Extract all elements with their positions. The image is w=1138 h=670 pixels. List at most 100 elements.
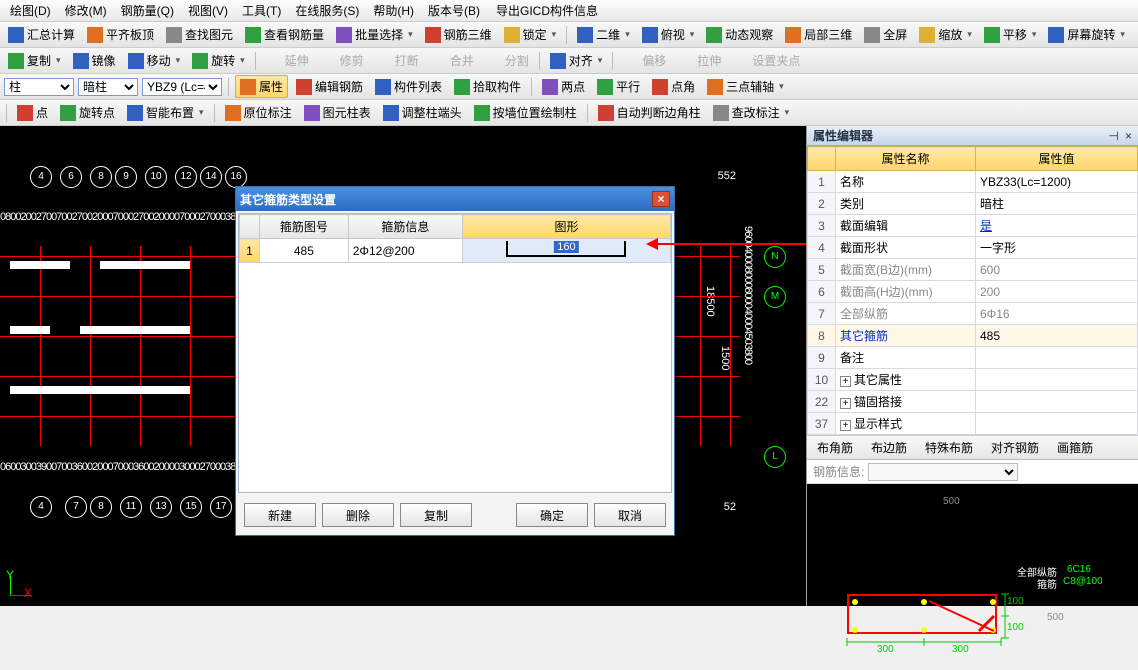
prop-value-cell[interactable]: 暗柱 <box>976 193 1138 215</box>
prop-row-num[interactable]: 1 <box>808 171 836 193</box>
property-editor-header[interactable]: 属性编辑器 ⊣ × <box>807 126 1138 146</box>
btn-copy[interactable]: 复制 <box>4 50 65 71</box>
btn-orbit[interactable]: 动态观察 <box>702 24 777 45</box>
btn-col-table[interactable]: 图元柱表 <box>300 102 375 123</box>
btn-view-rebar[interactable]: 查看钢筋量 <box>241 24 328 45</box>
prop-value-cell[interactable]: 200 <box>976 281 1138 303</box>
btn-offset[interactable]: 偏移 <box>619 50 670 71</box>
drawing-canvas[interactable]: 4 6 8 9 10 12 14 16 08002002700700270020… <box>0 126 806 606</box>
btn-edit-rebar[interactable]: 编辑钢筋 <box>292 76 367 97</box>
btn-find[interactable]: 查找图元 <box>162 24 237 45</box>
btn-smart-place[interactable]: 智能布置 <box>123 102 208 123</box>
btn-inplace-label[interactable]: 原位标注 <box>221 102 296 123</box>
prop-row-num[interactable]: 8 <box>808 325 836 347</box>
btn-align-slab[interactable]: 平齐板顶 <box>83 24 158 45</box>
cell-code[interactable]: 485 <box>260 239 349 263</box>
btn-zoom[interactable]: 缩放 <box>915 24 976 45</box>
prop-value-cell[interactable] <box>976 347 1138 369</box>
btn-lock[interactable]: 锁定 <box>500 24 561 45</box>
prop-row-num[interactable]: 4 <box>808 237 836 259</box>
col-prop-name[interactable]: 属性名称 <box>836 147 976 171</box>
col-info[interactable]: 箍筋信息 <box>348 215 462 239</box>
btn-parallel[interactable]: 平行 <box>593 76 644 97</box>
sel-type[interactable]: 暗柱 <box>78 78 138 96</box>
prop-row-num[interactable]: 3 <box>808 215 836 237</box>
close-button[interactable]: × <box>652 191 670 207</box>
prop-name-cell[interactable]: +锚固搭接 <box>836 391 976 413</box>
btn-local-3d[interactable]: 局部三维 <box>781 24 856 45</box>
prop-value-cell[interactable] <box>976 413 1138 435</box>
prop-name-cell[interactable]: +其它属性 <box>836 369 976 391</box>
tab-align-rebar[interactable]: 对齐钢筋 <box>987 436 1043 459</box>
btn-trim[interactable]: 修剪 <box>317 50 368 71</box>
btn-top-view[interactable]: 俯视 <box>638 24 699 45</box>
menu-export[interactable]: 导出GICD构件信息 <box>490 0 604 21</box>
prop-name-cell[interactable]: 截面编辑 <box>836 215 976 237</box>
btn-properties[interactable]: 属性 <box>235 75 288 98</box>
btn-point-angle[interactable]: 点角 <box>648 76 699 97</box>
dialog-titlebar[interactable]: 其它箍筋类型设置 × <box>236 187 674 211</box>
prop-value-cell[interactable] <box>976 391 1138 413</box>
btn-pick-comp[interactable]: 拾取构件 <box>450 76 525 97</box>
prop-value-cell[interactable] <box>976 369 1138 391</box>
sel-instance[interactable]: YBZ9 (Lc=4 <box>142 78 222 96</box>
tab-corner[interactable]: 布角筋 <box>813 436 857 459</box>
menu-version[interactable]: 版本号(B) <box>422 0 486 21</box>
cell-info[interactable]: 2Φ12@200 <box>348 239 462 263</box>
prop-row-num[interactable]: 10 <box>808 369 836 391</box>
cell-shape[interactable]: 160 <box>462 239 670 263</box>
btn-point[interactable]: 点 <box>13 102 52 123</box>
prop-name-cell[interactable]: 类别 <box>836 193 976 215</box>
prop-value-cell[interactable]: 485 <box>976 325 1138 347</box>
col-code[interactable]: 箍筋图号 <box>260 215 349 239</box>
btn-split[interactable]: 分割 <box>482 50 533 71</box>
btn-mirror[interactable]: 镜像 <box>69 50 120 71</box>
prop-value-cell[interactable]: 600 <box>976 259 1138 281</box>
btn-break[interactable]: 打断 <box>372 50 423 71</box>
tab-draw-stirrup[interactable]: 画箍筋 <box>1053 436 1097 459</box>
col-shape[interactable]: 图形 <box>462 215 670 239</box>
prop-row-num[interactable]: 5 <box>808 259 836 281</box>
prop-value-cell[interactable]: YBZ33(Lc=1200) <box>976 171 1138 193</box>
btn-rotate-point[interactable]: 旋转点 <box>56 102 119 123</box>
btn-check-label[interactable]: 查改标注 <box>709 102 794 123</box>
btn-calc[interactable]: 汇总计算 <box>4 24 79 45</box>
prop-name-cell[interactable]: 其它箍筋 <box>836 325 976 347</box>
btn-adjust-end[interactable]: 调整柱端头 <box>379 102 466 123</box>
btn-stretch[interactable]: 拉伸 <box>674 50 725 71</box>
prop-name-cell[interactable]: 截面宽(B边)(mm) <box>836 259 976 281</box>
menu-help[interactable]: 帮助(H) <box>367 0 420 21</box>
prop-name-cell[interactable]: 截面高(H边)(mm) <box>836 281 976 303</box>
prop-name-cell[interactable]: 名称 <box>836 171 976 193</box>
expand-icon[interactable]: + <box>840 420 851 431</box>
sel-category[interactable]: 柱 <box>4 78 74 96</box>
ok-button[interactable]: 确定 <box>516 503 588 527</box>
prop-value-cell[interactable]: 是 <box>976 215 1138 237</box>
btn-draw-by-wall[interactable]: 按墙位置绘制柱 <box>470 102 581 123</box>
btn-rebar-3d[interactable]: 钢筋三维 <box>421 24 496 45</box>
menu-draw[interactable]: 绘图(D) <box>4 0 57 21</box>
row-number[interactable]: 1 <box>240 239 260 263</box>
btn-comp-list[interactable]: 构件列表 <box>371 76 446 97</box>
pin-icon[interactable]: ⊣ <box>1109 129 1119 143</box>
tab-edge[interactable]: 布边筋 <box>867 436 911 459</box>
prop-name-cell[interactable]: +显示样式 <box>836 413 976 435</box>
btn-grips[interactable]: 设置夹点 <box>729 50 804 71</box>
btn-fullscreen[interactable]: 全屏 <box>860 24 911 45</box>
menu-tools[interactable]: 工具(T) <box>236 0 287 21</box>
expand-icon[interactable]: + <box>840 376 851 387</box>
prop-row-num[interactable]: 6 <box>808 281 836 303</box>
close-icon[interactable]: × <box>1125 129 1132 143</box>
prop-row-num[interactable]: 22 <box>808 391 836 413</box>
btn-2d[interactable]: 二维 <box>573 24 634 45</box>
tab-special[interactable]: 特殊布筋 <box>921 436 977 459</box>
btn-align[interactable]: 对齐 <box>546 50 607 71</box>
btn-two-point[interactable]: 两点 <box>538 76 589 97</box>
btn-merge[interactable]: 合并 <box>427 50 478 71</box>
btn-auto-corner[interactable]: 自动判断边角柱 <box>594 102 705 123</box>
col-prop-value[interactable]: 属性值 <box>976 147 1138 171</box>
btn-batch-select[interactable]: 批量选择 <box>332 24 417 45</box>
prop-name-cell[interactable]: 全部纵筋 <box>836 303 976 325</box>
prop-row-num[interactable]: 9 <box>808 347 836 369</box>
prop-name-cell[interactable]: 截面形状 <box>836 237 976 259</box>
